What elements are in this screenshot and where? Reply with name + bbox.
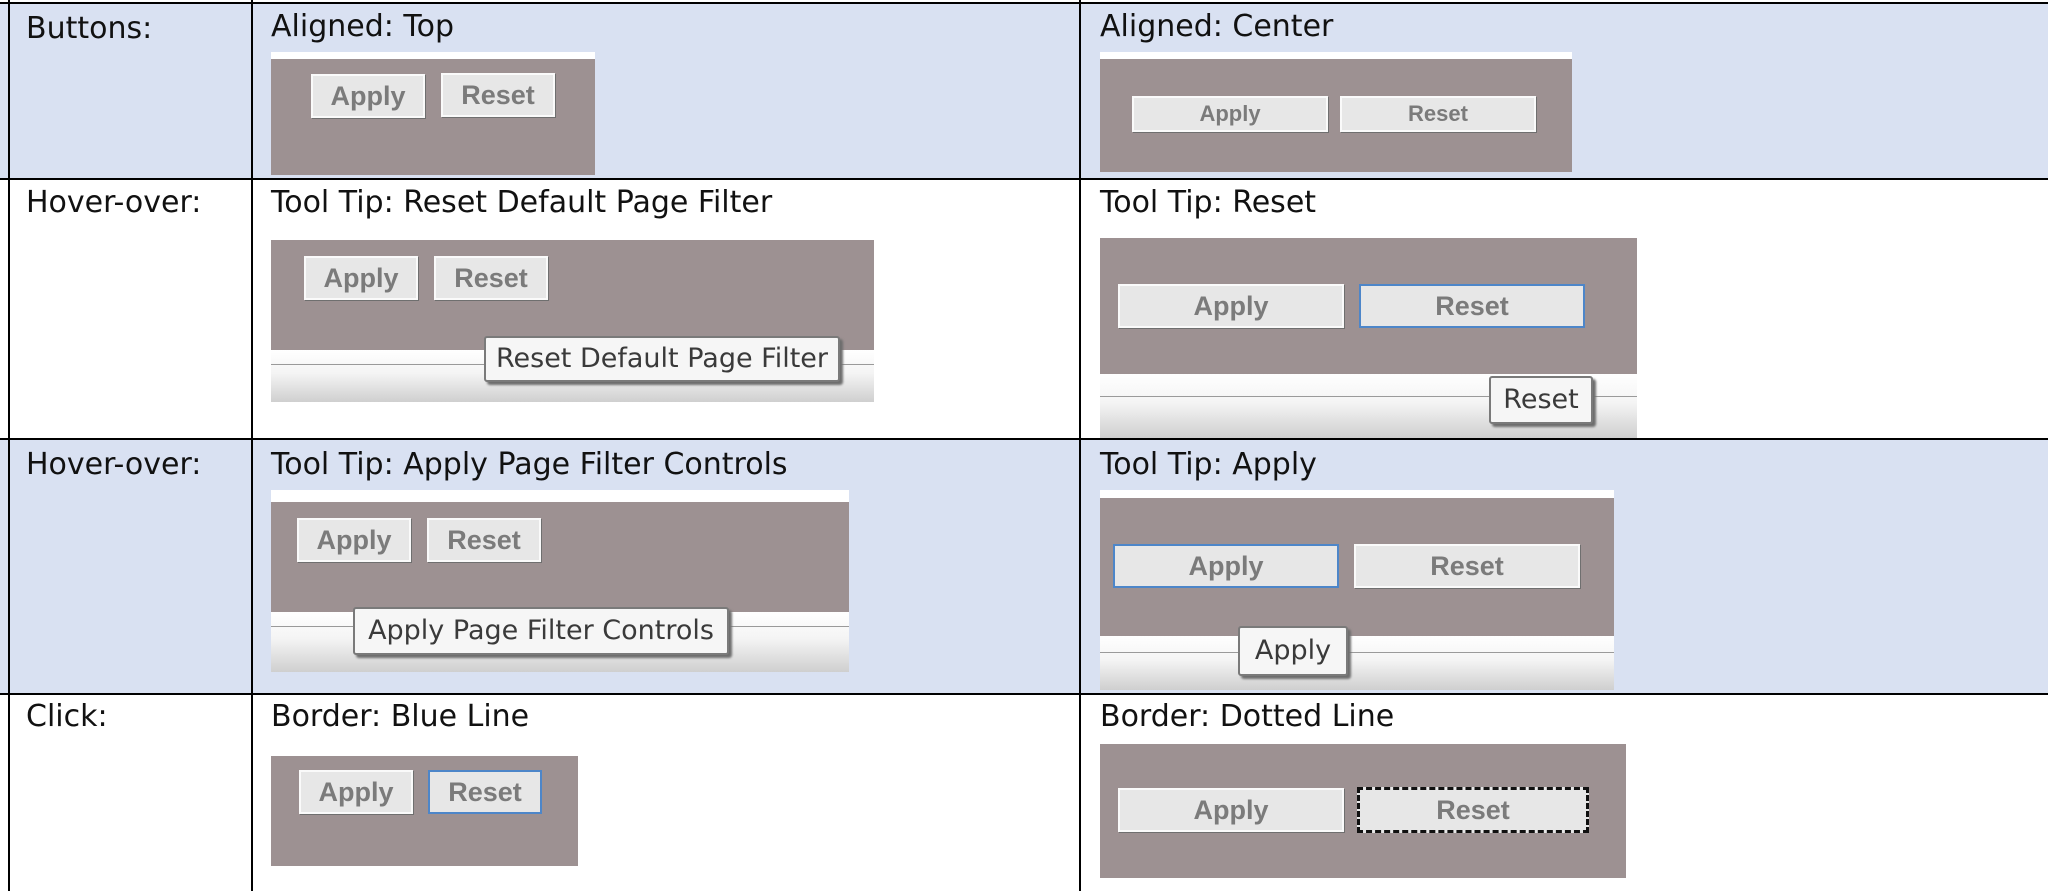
row-divider <box>0 693 2048 695</box>
row-header-hover-reset: Hover-over: <box>26 185 202 220</box>
reset-button[interactable]: Reset <box>1340 96 1536 132</box>
caption-border-dotted: Border: Dotted Line <box>1100 699 1395 734</box>
column-divider <box>1079 0 1081 891</box>
panel-top-strip <box>1100 490 1614 498</box>
panel-top-strip <box>271 754 578 756</box>
panel-top-strip <box>271 52 595 59</box>
screenshot-border-dotted: Apply Reset <box>1100 744 1626 878</box>
screenshot-aligned-center: Apply Reset <box>1100 52 1572 172</box>
caption-tooltip-reset: Tool Tip: Reset <box>1100 185 1317 220</box>
panel-top-strip <box>1100 52 1572 59</box>
apply-button[interactable]: Apply <box>1118 788 1344 832</box>
screenshot-tooltip-apply: Apply Reset Apply <box>1100 490 1614 690</box>
row-header-click: Click: <box>26 699 108 734</box>
caption-tooltip-apply: Tool Tip: Apply <box>1100 447 1317 482</box>
apply-button[interactable]: Apply <box>311 74 425 118</box>
tooltip-reset: Reset <box>1489 376 1593 424</box>
reset-button[interactable]: Reset <box>1354 544 1580 588</box>
column-divider <box>251 0 253 891</box>
caption-tooltip-reset-default: Tool Tip: Reset Default Page Filter <box>271 185 773 220</box>
screenshot-aligned-top: Apply Reset <box>271 52 595 175</box>
apply-button[interactable]: Apply <box>1113 544 1339 588</box>
reset-button[interactable]: Reset <box>434 256 548 300</box>
reset-button[interactable]: Reset <box>428 770 542 814</box>
row-divider <box>0 438 2048 440</box>
reset-button[interactable]: Reset <box>427 518 541 562</box>
apply-button[interactable]: Apply <box>304 256 418 300</box>
screenshot-tooltip-reset: Apply Reset Reset <box>1100 238 1637 438</box>
screenshot-border-blue: Apply Reset <box>271 754 578 866</box>
panel-top-strip <box>271 490 849 502</box>
tooltip-reset-default-page-filter: Reset Default Page Filter <box>484 336 840 382</box>
row-header-buttons: Buttons: <box>26 11 153 46</box>
caption-border-blue: Border: Blue Line <box>271 699 530 734</box>
apply-button[interactable]: Apply <box>1132 96 1328 132</box>
reset-button[interactable]: Reset <box>1357 787 1589 833</box>
reset-button[interactable]: Reset <box>441 73 555 117</box>
requirements-table: Buttons: Hover-over: Hover-over: Click: … <box>0 0 2048 891</box>
tooltip-apply-page-filter-controls: Apply Page Filter Controls <box>353 607 729 655</box>
screenshot-tooltip-apply-controls: Apply Reset Apply Page Filter Controls <box>271 490 849 672</box>
row-header-hover-apply: Hover-over: <box>26 447 202 482</box>
filter-bar <box>1100 636 1614 690</box>
apply-button[interactable]: Apply <box>299 770 413 814</box>
caption-tooltip-apply-controls: Tool Tip: Apply Page Filter Controls <box>271 447 788 482</box>
table-border-left <box>8 0 10 891</box>
apply-button[interactable]: Apply <box>1118 284 1344 328</box>
caption-aligned-top: Aligned: Top <box>271 9 455 44</box>
panel-top-strip <box>271 236 874 240</box>
table-border-top <box>0 2 2048 4</box>
screenshot-tooltip-reset-default: Apply Reset Reset Default Page Filter <box>271 236 874 402</box>
tooltip-apply: Apply <box>1238 626 1348 676</box>
caption-aligned-center: Aligned: Center <box>1100 9 1334 44</box>
row-divider <box>0 178 2048 180</box>
apply-button[interactable]: Apply <box>297 518 411 562</box>
reset-button[interactable]: Reset <box>1359 284 1585 328</box>
